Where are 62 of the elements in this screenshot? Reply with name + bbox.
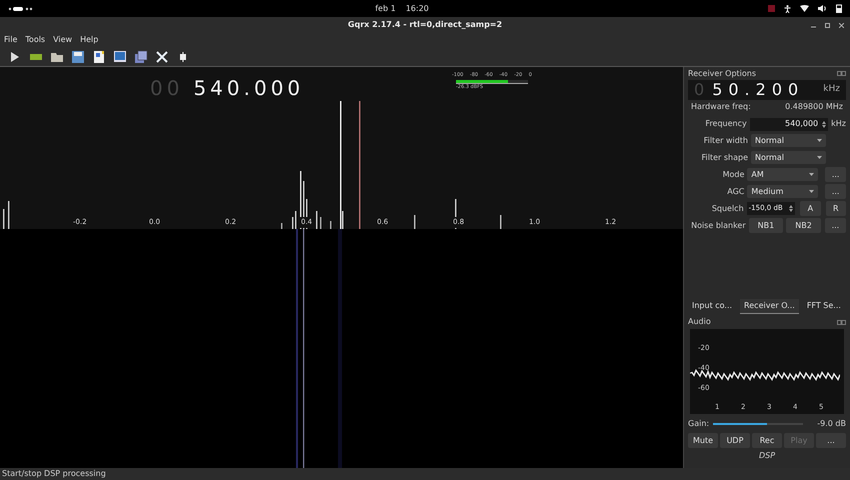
dock-buttons-icon[interactable] bbox=[837, 320, 846, 324]
monitor-icon[interactable] bbox=[113, 50, 127, 64]
hardware-freq-label: Hardware freq: bbox=[691, 101, 751, 113]
unit-label: kHz bbox=[823, 83, 840, 96]
audio-button[interactable]: Mute bbox=[688, 433, 718, 448]
gain-label: Gain: bbox=[688, 418, 710, 430]
dropdown[interactable]: Medium bbox=[747, 185, 818, 198]
system-time: 16:20 bbox=[406, 2, 429, 14]
windows-icon[interactable] bbox=[134, 50, 148, 64]
squelch-button[interactable]: R bbox=[826, 201, 846, 216]
noise-blanker-button[interactable]: NB1 bbox=[748, 218, 784, 233]
options-button[interactable]: ... bbox=[825, 184, 846, 199]
field-label: Squelch bbox=[710, 202, 744, 214]
menu-item[interactable]: File bbox=[4, 34, 18, 46]
window-title: Gqrx 2.17.4 - rtl=0,direct_samp=2 bbox=[348, 19, 502, 31]
battery-icon[interactable] bbox=[836, 4, 842, 13]
menu-item[interactable]: Help bbox=[80, 34, 98, 46]
close-icon[interactable] bbox=[839, 22, 844, 28]
audio-button[interactable]: ... bbox=[816, 433, 846, 448]
save-icon[interactable] bbox=[71, 50, 85, 64]
unit-label: kHz bbox=[831, 118, 846, 130]
status-message: Start/stop DSP processing bbox=[2, 468, 106, 480]
dropdown-caret-icon bbox=[817, 139, 822, 142]
gain-reading: -9.0 dB bbox=[817, 418, 846, 430]
field-label: Mode bbox=[722, 168, 744, 180]
field-label: AGC bbox=[726, 186, 744, 198]
audio-button[interactable]: Rec bbox=[752, 433, 782, 448]
document-icon[interactable] bbox=[92, 50, 106, 64]
squelch-button[interactable]: A bbox=[800, 201, 821, 216]
dropdown-caret-icon bbox=[809, 190, 814, 193]
frequency-spinbox[interactable]: 540,000 bbox=[750, 118, 828, 130]
gain-slider[interactable] bbox=[713, 420, 804, 428]
dropdown-caret-icon bbox=[809, 173, 814, 176]
dropdown[interactable]: AM bbox=[747, 168, 818, 181]
volume-icon[interactable] bbox=[818, 5, 827, 12]
audio-button[interactable]: UDP bbox=[720, 433, 750, 448]
frequency-digits: 50.200 bbox=[712, 79, 804, 101]
dock-buttons-icon[interactable] bbox=[837, 71, 846, 76]
field-label: Filter width bbox=[702, 134, 748, 146]
noise-blanker-button[interactable]: NB2 bbox=[786, 218, 821, 233]
field-label: Frequency bbox=[704, 118, 747, 130]
options-button[interactable]: ... bbox=[825, 167, 846, 182]
dock-tab[interactable]: Receiver O... bbox=[740, 298, 799, 314]
maximize-icon[interactable] bbox=[825, 22, 830, 28]
field-label: Filter shape bbox=[700, 152, 748, 164]
hardware-freq-value: 0.489800 MHz bbox=[785, 101, 843, 113]
menu-item[interactable]: Tools bbox=[25, 34, 46, 46]
spin-arrows-icon[interactable] bbox=[789, 205, 794, 212]
frequency-digits[interactable]: 540.000 bbox=[193, 73, 304, 103]
accessibility-icon[interactable] bbox=[784, 4, 791, 12]
noise-blanker-button[interactable]: ... bbox=[824, 218, 846, 233]
system-date: feb 1 bbox=[375, 2, 396, 14]
wifi-icon[interactable] bbox=[800, 5, 809, 12]
field-label: Noise blanker bbox=[690, 220, 746, 232]
section-label: DSP bbox=[758, 450, 776, 462]
menu-item[interactable]: View bbox=[53, 34, 72, 46]
dropdown-caret-icon bbox=[817, 156, 822, 159]
spin-arrows-icon[interactable] bbox=[822, 120, 826, 128]
dropdown[interactable]: Normal bbox=[751, 134, 826, 147]
panel-title: Audio bbox=[688, 316, 711, 328]
dropdown[interactable]: Normal bbox=[751, 151, 826, 164]
panel-title: Receiver Options bbox=[688, 68, 756, 80]
